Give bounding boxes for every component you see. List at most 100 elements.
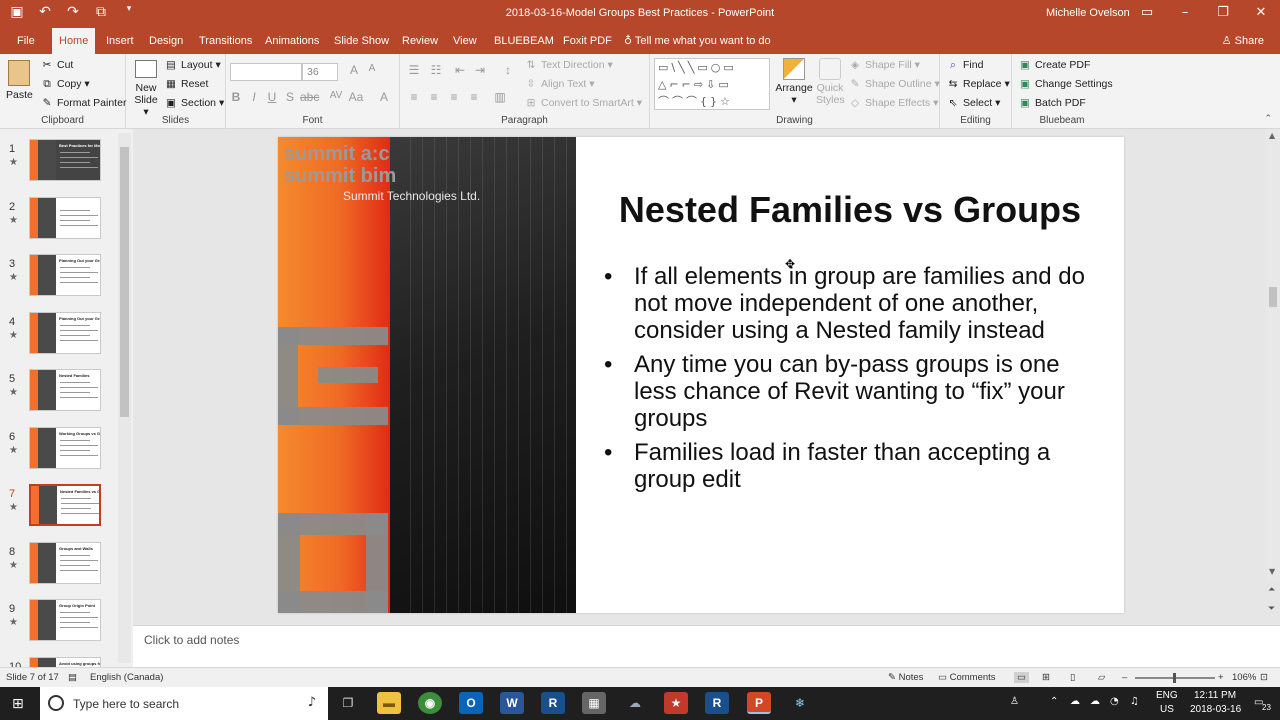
replace-button[interactable]: ⇆ Replace ▾ <box>946 78 1010 90</box>
spellcheck-icon[interactable]: ▤ <box>68 672 77 683</box>
change-case-icon[interactable]: Aa <box>348 90 364 104</box>
volume-icon[interactable]: ♫ <box>1130 696 1139 707</box>
quick-styles-button[interactable]: Quick Styles <box>816 58 845 106</box>
language-indicator[interactable]: English (Canada) <box>90 672 163 683</box>
zoom-level[interactable]: 106% <box>1232 672 1256 683</box>
increase-indent-icon[interactable]: ⇥ <box>472 63 488 77</box>
file-explorer-icon[interactable]: ▬ <box>377 692 401 714</box>
slide-thumbnail[interactable]: 3 ★ Planning Out your Groups <box>0 254 118 310</box>
taskbar-search-box[interactable]: Type here to search ♪ <box>40 687 328 720</box>
zoom-in-icon[interactable]: + <box>1218 672 1224 683</box>
text-direction-button[interactable]: ⇅ Text Direction ▾ <box>524 59 613 71</box>
slide-thumbnail[interactable]: 9 ★ Group Origin Point <box>0 599 118 655</box>
show-hidden-icons-icon[interactable]: ⌃ <box>1050 696 1058 707</box>
align-center-icon[interactable]: ≡ <box>426 90 442 104</box>
slide-show-icon[interactable]: ▱ <box>1098 672 1105 683</box>
convert-smartart-button[interactable]: ⊞ Convert to SmartArt ▾ <box>524 97 642 109</box>
snowflake-app-icon[interactable]: ❄ <box>788 692 812 714</box>
tab-review[interactable]: Review <box>395 28 445 54</box>
slide-sorter-icon[interactable]: ⊞ <box>1042 672 1050 683</box>
wifi-icon[interactable]: ◔ <box>1110 696 1119 707</box>
bold-icon[interactable]: B <box>228 90 244 104</box>
tab-design[interactable]: Design <box>142 28 190 54</box>
clock-date[interactable]: 2018-03-16 <box>1190 704 1241 715</box>
select-button[interactable]: ⇖ Select ▾ <box>946 97 1001 109</box>
bluebeam-icon[interactable]: ★ <box>664 692 688 714</box>
clock-time[interactable]: 12:11 PM <box>1194 690 1236 701</box>
slide-thumbnail[interactable]: 2 ★ <box>0 196 118 253</box>
shape-fill-button[interactable]: ◈ Shape Fill ▾ <box>848 59 920 71</box>
tab-bluebeam[interactable]: BLUEBEAM <box>487 28 561 54</box>
collapse-ribbon-icon[interactable]: ⌃ <box>1264 114 1272 124</box>
next-slide-icon[interactable]: ⏷ <box>1268 604 1275 614</box>
slide-scrollbar[interactable]: ▲ ▼ <box>1266 129 1280 581</box>
tab-animations[interactable]: Animations <box>258 28 326 54</box>
zoom-slider[interactable] <box>1135 673 1215 683</box>
copy-button[interactable]: ⧉ Copy ▾ <box>40 78 89 91</box>
justify-icon[interactable]: ≡ <box>466 90 482 104</box>
powerpoint-icon[interactable]: P <box>747 692 771 714</box>
tab-insert[interactable]: Insert <box>99 28 141 54</box>
slide-thumbnail[interactable]: 8 ★ Groups and Walls <box>0 541 118 598</box>
batch-pdf-button[interactable]: ▣ Batch PDF <box>1018 97 1086 109</box>
minimize-icon[interactable]: – <box>1166 0 1204 28</box>
calculator-icon[interactable]: ▦ <box>582 692 606 714</box>
arrange-button[interactable]: Arrange ▾ <box>774 58 814 106</box>
slide-thumbnail[interactable]: 5 ★ Nested Families <box>0 369 118 425</box>
task-view-icon[interactable]: ❐ <box>336 692 360 714</box>
notes-toggle[interactable]: ✎ Notes <box>888 672 923 683</box>
tab-slide-show[interactable]: Slide Show <box>327 28 396 54</box>
paste-button[interactable]: Paste <box>6 60 33 101</box>
shape-effects-button[interactable]: ◇ Shape Effects ▾ <box>848 97 938 109</box>
reset-button[interactable]: ▦ Reset <box>164 78 208 90</box>
user-name[interactable]: Michelle Ovelson <box>1046 7 1130 19</box>
comments-toggle[interactable]: ▭ Comments <box>938 672 996 683</box>
network-icon[interactable]: ☁ <box>1090 696 1100 707</box>
prev-slide-icon[interactable]: ⏶ <box>1268 585 1275 595</box>
find-button[interactable]: ⌕ Find <box>946 59 983 72</box>
font-size-box[interactable]: 36 <box>302 63 338 81</box>
revit-icon[interactable]: R <box>541 692 565 714</box>
numbering-icon[interactable]: ☷ <box>428 63 444 77</box>
underline-icon[interactable]: U <box>264 90 280 104</box>
strikethrough-icon[interactable]: abc <box>300 90 319 104</box>
scroll-down-icon[interactable]: ▼ <box>1269 567 1275 576</box>
slide-thumbnail[interactable]: 1 ★ Best Practices for Model Groups <box>0 139 118 195</box>
tab-view[interactable]: View <box>446 28 484 54</box>
tab-file[interactable]: File <box>10 28 42 54</box>
font-name-box[interactable] <box>230 63 302 81</box>
shadow-icon[interactable]: S <box>282 90 298 104</box>
close-icon[interactable]: ✕ <box>1242 0 1280 28</box>
slide-thumbnail[interactable]: 6★ Working Groups vs Groups <box>0 426 118 483</box>
maximize-icon[interactable]: ❐ <box>1204 0 1242 28</box>
windows-start-icon[interactable]: ⊞ <box>12 696 24 712</box>
decrease-indent-icon[interactable]: ⇤ <box>452 63 468 77</box>
tell-me-box[interactable]: ♁ Tell me what you want to do <box>617 28 778 54</box>
tab-foxit-pdf[interactable]: Foxit PDF <box>556 28 619 54</box>
tab-transitions[interactable]: Transitions <box>192 28 259 54</box>
tab-home[interactable]: Home <box>52 28 96 54</box>
normal-view-icon[interactable]: ▭ <box>1014 672 1029 683</box>
change-settings-button[interactable]: ▣ Change Settings <box>1018 78 1113 90</box>
zoom-out-icon[interactable]: – <box>1122 672 1127 683</box>
slide-title[interactable]: Nested Families vs Groups <box>576 189 1124 231</box>
slide-thumbnail[interactable]: 4★ Planning Out your Groups <box>0 311 118 368</box>
align-right-icon[interactable]: ≡ <box>446 90 462 104</box>
input-language[interactable]: ENG <box>1156 690 1178 701</box>
fit-to-window-icon[interactable]: ⊡ <box>1260 672 1268 683</box>
cut-button[interactable]: ✂ Cut <box>40 59 74 71</box>
notes-pane[interactable]: Click to add notes <box>133 625 1280 667</box>
scroll-up-icon[interactable]: ▲ <box>1269 131 1275 140</box>
decrease-font-icon[interactable]: A <box>364 63 380 74</box>
char-spacing-icon[interactable]: AV <box>328 90 344 101</box>
increase-font-icon[interactable]: A <box>346 63 362 77</box>
thumbnails-scrollbar[interactable] <box>118 133 131 663</box>
ribbon-display-options-icon[interactable]: ▭ <box>1128 0 1166 28</box>
italic-icon[interactable]: I <box>246 90 262 104</box>
microphone-icon[interactable]: ♪ <box>308 695 316 710</box>
share-button[interactable]: ♙ Share <box>1222 28 1264 54</box>
font-color-icon[interactable]: A <box>376 90 392 104</box>
reading-view-icon[interactable]: ▯ <box>1070 672 1075 683</box>
chrome-icon[interactable]: ◉ <box>418 692 442 714</box>
layout-button[interactable]: ▤ Layout ▾ <box>164 59 221 71</box>
